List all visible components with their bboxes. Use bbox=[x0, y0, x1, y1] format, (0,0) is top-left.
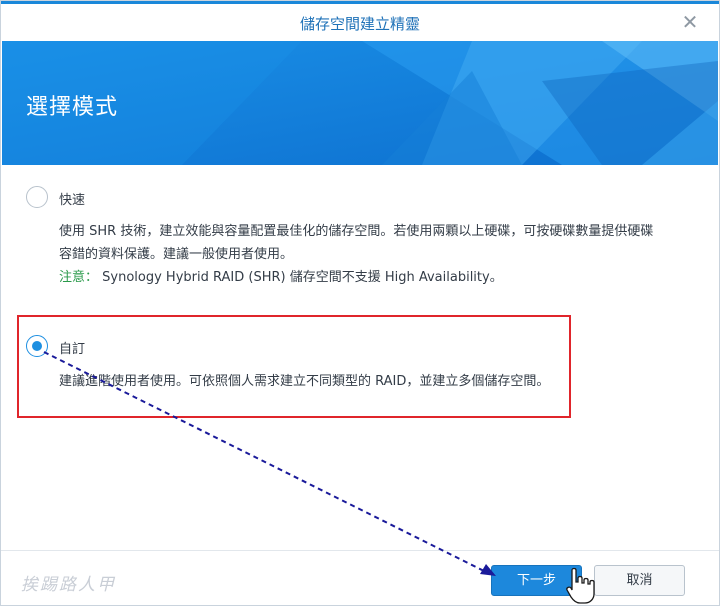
step-title: 選擇模式 bbox=[26, 95, 119, 120]
option-quick-label: 快速 bbox=[59, 193, 86, 208]
watermark: 挨踢路人甲 bbox=[21, 575, 116, 595]
radio-quick[interactable] bbox=[26, 186, 48, 208]
annotation-highlight-box bbox=[17, 315, 571, 418]
close-icon[interactable]: ✕ bbox=[679, 11, 701, 33]
dialog-title: 儲存空間建立精靈 bbox=[299, 15, 420, 33]
note-text: Synology Hybrid RAID (SHR) 儲存空間不支援 High … bbox=[98, 270, 503, 285]
note-label: 注意： bbox=[59, 270, 99, 285]
next-button[interactable]: 下一步 bbox=[491, 565, 582, 596]
storage-wizard-dialog: 儲存空間建立精靈 ✕ 選擇模式 快速 使用 SHR 技術，建立效能與容量配置最佳… bbox=[0, 0, 720, 606]
option-quick-desc-line2: 容錯的資料保護。建議一般使用者使用。 bbox=[59, 247, 294, 262]
header-banner: 選擇模式 bbox=[2, 41, 718, 165]
option-quick-note: 注意： Synology Hybrid RAID (SHR) 儲存空間不支援 H… bbox=[59, 266, 503, 289]
footer-divider bbox=[1, 550, 719, 551]
option-quick-desc-line1: 使用 SHR 技術，建立效能與容量配置最佳化的儲存空間。若使用兩顆以上硬碟，可按… bbox=[59, 224, 654, 239]
title-bar: 儲存空間建立精靈 ✕ bbox=[1, 1, 719, 41]
cancel-button[interactable]: 取消 bbox=[594, 565, 685, 596]
